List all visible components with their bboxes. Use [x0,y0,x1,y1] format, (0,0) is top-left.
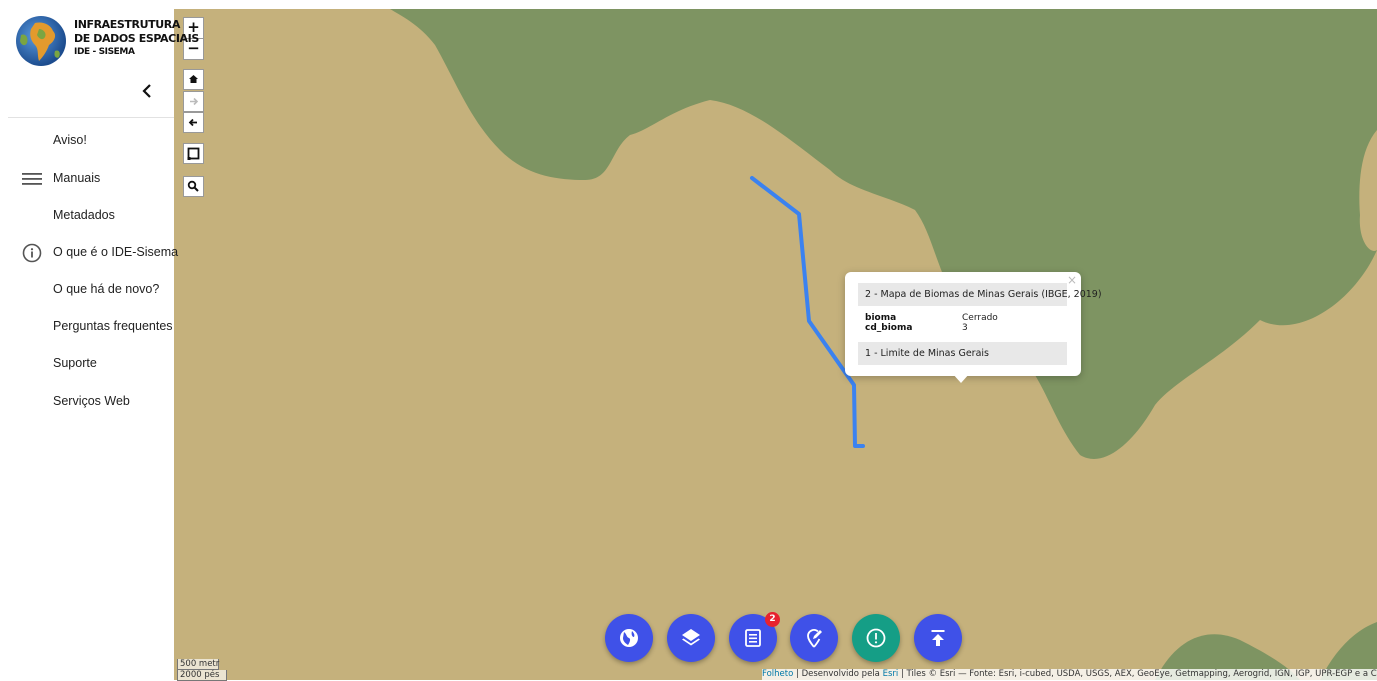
logo-subtitle: IDE - SISEMA [74,47,135,57]
ide-sisema-globe-logo [16,16,66,66]
attribution-developed: | Desenvolvido pela [793,669,883,679]
arrow-right-icon [190,97,199,106]
popup-tip [952,373,970,383]
logo-title-line1: INFRAESTRUTURA [74,18,180,31]
home-extent-button[interactable] [183,69,204,90]
sidebar-item-faq[interactable]: Perguntas frequentes [0,312,174,342]
biome-map-layer [390,9,1377,680]
sidebar-item-label: O que é o IDE-Sisema [53,245,179,259]
search-button[interactable] [183,176,204,197]
layers-button[interactable] [667,614,715,662]
sidebar-item-label: Manuais [53,171,101,185]
upload-button[interactable] [914,614,962,662]
map-attribution: Folheto | Desenvolvido pela Esri | Tiles… [762,669,1377,680]
sidebar-item-label: Aviso! [53,133,87,147]
home-icon [189,75,198,83]
sidebar-item-servicos-web[interactable]: Serviços Web [0,387,174,417]
map-canvas[interactable] [174,9,1377,680]
sidebar-item-metadados[interactable]: Metadados [0,201,174,231]
popup-layer-2-header[interactable]: 2 - Mapa de Biomas de Minas Gerais (IBGE… [858,283,1102,306]
box-select-icon [187,147,200,160]
upload-icon [931,630,945,646]
feature-info-popup: × 2 - Mapa de Biomas de Minas Gerais (IB… [845,272,1102,376]
sidebar-item-label: Suporte [53,356,97,370]
chevron-left-icon [142,84,151,98]
next-view-button[interactable] [183,91,204,112]
attribute-key: cd_bioma [865,323,913,333]
sidebar-item-label: Metadados [53,208,115,222]
logo-title-line2: DE DADOS ESPACIAIS [74,32,199,45]
info-icon [22,243,42,263]
edit-marker-button[interactable] [790,614,838,662]
sidebar-item-suporte[interactable]: Suporte [0,349,174,379]
search-icon [187,180,199,192]
sidebar-item-o-que-e[interactable]: O que é o IDE-Sisema [0,238,178,268]
alert-button[interactable] [852,614,900,662]
arrow-left-icon [188,118,197,127]
legend-button[interactable]: 2 [729,612,780,662]
attribute-key: bioma [865,313,897,323]
mata-atlantica-region [390,9,1377,459]
notification-badge: 2 [765,612,780,627]
previous-view-button[interactable] [183,112,204,133]
sidebar-divider [8,117,174,118]
basemap-button[interactable] [605,614,653,662]
legend-list-icon [745,629,761,647]
esri-link[interactable]: Esri [883,669,899,679]
collapse-sidebar-button[interactable] [136,80,158,102]
sidebar-item-manuais[interactable]: Manuais [0,164,174,194]
scale-bar-metric: 500 metr [177,659,219,670]
sidebar-item-novidades[interactable]: O que há de novo? [0,275,174,305]
popup-layer-1-header[interactable]: 1 - Limite de Minas Gerais [858,342,1067,365]
sidebar-item-label: O que há de novo? [53,282,160,296]
layers-icon [682,629,700,646]
scale-bar-imperial: 2000 pés [177,670,227,681]
alert-icon [866,628,886,648]
sidebar: INFRAESTRUTURA DE DADOS ESPACIAIS IDE - … [0,0,199,680]
menu-icon [22,173,42,185]
attribute-value: 3 [962,323,968,333]
sidebar-item-label: Serviços Web [53,394,130,408]
leaflet-link[interactable]: Folheto [762,669,793,679]
attribution-tiles: | Tiles © Esri — Fonte: Esri, i-cubed, U… [900,669,1377,679]
attribute-value: Cerrado [962,313,998,323]
globe-icon [620,629,638,647]
edit-marker-icon [807,629,822,648]
sidebar-item-aviso[interactable]: Aviso! [0,126,174,156]
box-select-button[interactable] [183,143,204,164]
sidebar-item-label: Perguntas frequentes [53,319,173,333]
